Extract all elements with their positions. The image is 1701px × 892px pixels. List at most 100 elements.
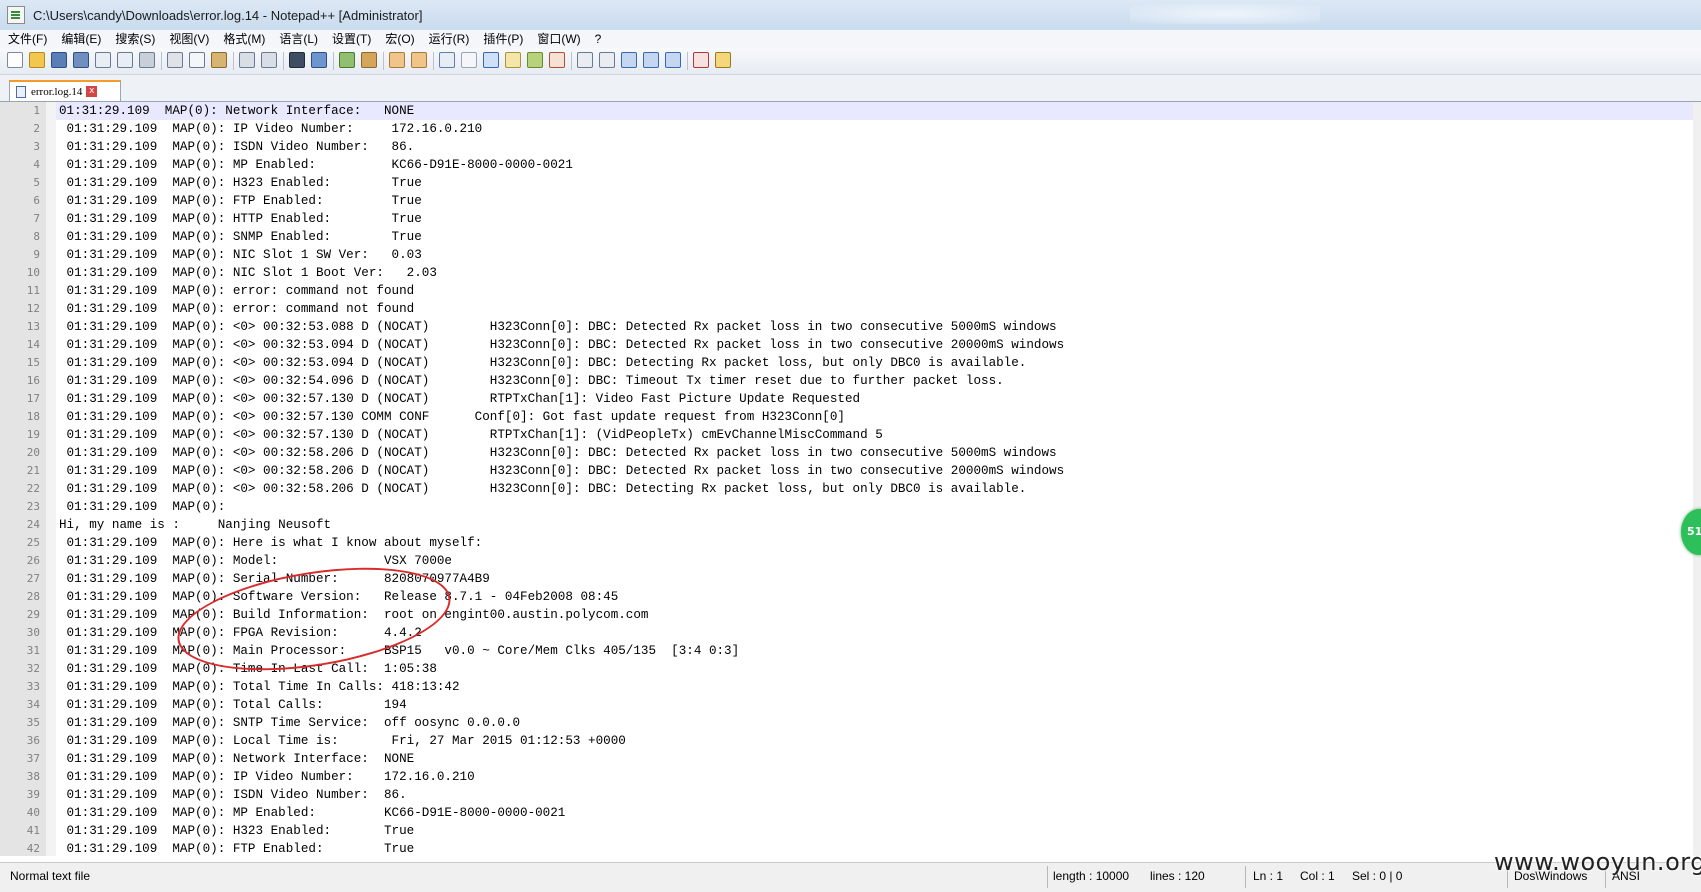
editor-line[interactable]: 35 01:31:29.109 MAP(0): SNTP Time Servic… [0, 714, 1701, 732]
editor-line[interactable]: 34 01:31:29.109 MAP(0): Total Calls: 194 [0, 696, 1701, 714]
line-text: 01:31:29.109 MAP(0): <0> 00:32:53.094 D … [59, 356, 1027, 370]
line-number: 15 [26, 356, 40, 369]
notepad-icon [7, 6, 25, 24]
editor-line[interactable]: 36 01:31:29.109 MAP(0): Local Time is: F… [0, 732, 1701, 750]
editor-line[interactable]: 7 01:31:29.109 MAP(0): HTTP Enabled: Tru… [0, 210, 1701, 228]
close-file-icon[interactable] [95, 52, 111, 68]
menu-item[interactable]: 设置(T) [324, 30, 377, 48]
line-text: 01:31:29.109 MAP(0): HTTP Enabled: True [59, 212, 422, 226]
close-all-icon[interactable] [117, 52, 133, 68]
menu-item[interactable]: 文件(F) [0, 30, 53, 48]
editor-line[interactable]: 20 01:31:29.109 MAP(0): <0> 00:32:58.206… [0, 444, 1701, 462]
menu-item[interactable]: ? [587, 30, 608, 48]
undo-icon[interactable] [239, 52, 255, 68]
document-map-icon[interactable] [527, 52, 543, 68]
line-text: 01:31:29.109 MAP(0): MP Enabled: KC66-D9… [59, 158, 573, 172]
line-number: 9 [33, 248, 40, 261]
line-text: 01:31:29.109 MAP(0): Model: VSX 7000e [59, 554, 452, 568]
editor-line[interactable]: 37 01:31:29.109 MAP(0): Network Interfac… [0, 750, 1701, 768]
editor-line[interactable]: 1 01:31:29.109 MAP(0): Network Interface:… [0, 102, 1701, 120]
editor-line[interactable]: 16 01:31:29.109 MAP(0): <0> 00:32:54.096… [0, 372, 1701, 390]
line-text: 01:31:29.109 MAP(0): IP Video Number: 17… [59, 770, 475, 784]
editor-line[interactable]: 15 01:31:29.109 MAP(0): <0> 00:32:53.094… [0, 354, 1701, 372]
editor-line[interactable]: 9 01:31:29.109 MAP(0): NIC Slot 1 SW Ver… [0, 246, 1701, 264]
zoom-out-icon[interactable] [361, 52, 377, 68]
editor-line[interactable]: 8 01:31:29.109 MAP(0): SNMP Enabled: Tru… [0, 228, 1701, 246]
editor-line[interactable]: 18 01:31:29.109 MAP(0): <0> 00:32:57.130… [0, 408, 1701, 426]
menu-item[interactable]: 编辑(E) [53, 30, 107, 48]
show-all-characters-icon[interactable] [461, 52, 477, 68]
new-file-icon[interactable] [7, 52, 23, 68]
find-icon[interactable] [289, 52, 305, 68]
language-icon[interactable] [505, 52, 521, 68]
editor-line[interactable]: 11 01:31:29.109 MAP(0): error: command n… [0, 282, 1701, 300]
editor-line[interactable]: 22 01:31:29.109 MAP(0): <0> 00:32:58.206… [0, 480, 1701, 498]
line-text: 01:31:29.109 MAP(0): Local Time is: Fri,… [59, 734, 626, 748]
redo-icon[interactable] [261, 52, 277, 68]
editor-line[interactable]: 6 01:31:29.109 MAP(0): FTP Enabled: True [0, 192, 1701, 210]
title-bar: C:\Users\candy\Downloads\error.log.14 - … [0, 0, 1701, 31]
stop-macro-icon[interactable] [599, 52, 615, 68]
line-number: 4 [33, 158, 40, 171]
editor-line[interactable]: 33 01:31:29.109 MAP(0): Total Time In Ca… [0, 678, 1701, 696]
editor-line[interactable]: 5 01:31:29.109 MAP(0): H323 Enabled: Tru… [0, 174, 1701, 192]
paste-icon[interactable] [211, 52, 227, 68]
copy-icon[interactable] [189, 52, 205, 68]
function-list-icon[interactable] [549, 52, 565, 68]
editor-line[interactable]: 12 01:31:29.109 MAP(0): error: command n… [0, 300, 1701, 318]
replace-icon[interactable] [311, 52, 327, 68]
line-number: 40 [26, 806, 40, 819]
save-all-icon[interactable] [73, 52, 89, 68]
editor-line[interactable]: 39 01:31:29.109 MAP(0): ISDN Video Numbe… [0, 786, 1701, 804]
plugin-icon[interactable] [715, 52, 731, 68]
print-icon[interactable] [139, 52, 155, 68]
editor-line[interactable]: 23 01:31:29.109 MAP(0): [0, 498, 1701, 516]
menu-item[interactable]: 视图(V) [161, 30, 215, 48]
sync-horizontal-icon[interactable] [411, 52, 427, 68]
line-text: 01:31:29.109 MAP(0): SNMP Enabled: True [59, 230, 422, 244]
line-number: 35 [26, 716, 40, 729]
save-icon[interactable] [51, 52, 67, 68]
zoom-in-icon[interactable] [339, 52, 355, 68]
menu-item[interactable]: 插件(P) [475, 30, 529, 48]
editor-line[interactable]: 42 01:31:29.109 MAP(0): FTP Enabled: Tru… [0, 840, 1701, 856]
editor-line[interactable]: 41 01:31:29.109 MAP(0): H323 Enabled: Tr… [0, 822, 1701, 840]
menu-item[interactable]: 语言(L) [271, 30, 324, 48]
close-tab-icon[interactable]: x [86, 86, 98, 97]
line-text: 01:31:29.109 MAP(0): H323 Enabled: True [59, 176, 422, 190]
editor-line[interactable]: 3 01:31:29.109 MAP(0): ISDN Video Number… [0, 138, 1701, 156]
editor[interactable]: 1 01:31:29.109 MAP(0): Network Interface:… [0, 102, 1701, 856]
editor-line[interactable]: 17 01:31:29.109 MAP(0): <0> 00:32:57.130… [0, 390, 1701, 408]
menu-item[interactable]: 搜索(S) [107, 30, 161, 48]
menu-item[interactable]: 运行(R) [421, 30, 476, 48]
record-macro-icon[interactable] [577, 52, 593, 68]
editor-line[interactable]: 4 01:31:29.109 MAP(0): MP Enabled: KC66-… [0, 156, 1701, 174]
cut-icon[interactable] [167, 52, 183, 68]
editor-line[interactable]: 19 01:31:29.109 MAP(0): <0> 00:32:57.130… [0, 426, 1701, 444]
tab-error-log[interactable]: error.log.14 x [9, 80, 121, 101]
save-macro-icon[interactable] [665, 52, 681, 68]
menu-item[interactable]: 宏(O) [377, 30, 420, 48]
sync-vertical-icon[interactable] [389, 52, 405, 68]
editor-line[interactable]: 21 01:31:29.109 MAP(0): <0> 00:32:58.206… [0, 462, 1701, 480]
indent-guide-icon[interactable] [483, 52, 499, 68]
run-macro-multiple-icon[interactable] [643, 52, 659, 68]
editor-line[interactable]: 26 01:31:29.109 MAP(0): Model: VSX 7000e [0, 552, 1701, 570]
editor-line[interactable]: 13 01:31:29.109 MAP(0): <0> 00:32:53.088… [0, 318, 1701, 336]
word-wrap-icon[interactable] [439, 52, 455, 68]
spell-check-icon[interactable] [693, 52, 709, 68]
editor-line[interactable]: 10 01:31:29.109 MAP(0): NIC Slot 1 Boot … [0, 264, 1701, 282]
play-macro-icon[interactable] [621, 52, 637, 68]
line-number: 14 [26, 338, 40, 351]
editor-line[interactable]: 24 Hi, my name is : Nanjing Neusoft [0, 516, 1701, 534]
menu-item[interactable]: 格式(M) [215, 30, 271, 48]
open-file-icon[interactable] [29, 52, 45, 68]
editor-line[interactable]: 25 01:31:29.109 MAP(0): Here is what I k… [0, 534, 1701, 552]
editor-line[interactable]: 38 01:31:29.109 MAP(0): IP Video Number:… [0, 768, 1701, 786]
line-text: 01:31:29.109 MAP(0): <0> 00:32:58.206 D … [59, 482, 1027, 496]
menu-item[interactable]: 窗口(W) [529, 30, 586, 48]
editor-line[interactable]: 14 01:31:29.109 MAP(0): <0> 00:32:53.094… [0, 336, 1701, 354]
editor-line[interactable]: 2 01:31:29.109 MAP(0): IP Video Number: … [0, 120, 1701, 138]
vertical-scrollbar[interactable] [1693, 102, 1701, 856]
editor-line[interactable]: 40 01:31:29.109 MAP(0): MP Enabled: KC66… [0, 804, 1701, 822]
